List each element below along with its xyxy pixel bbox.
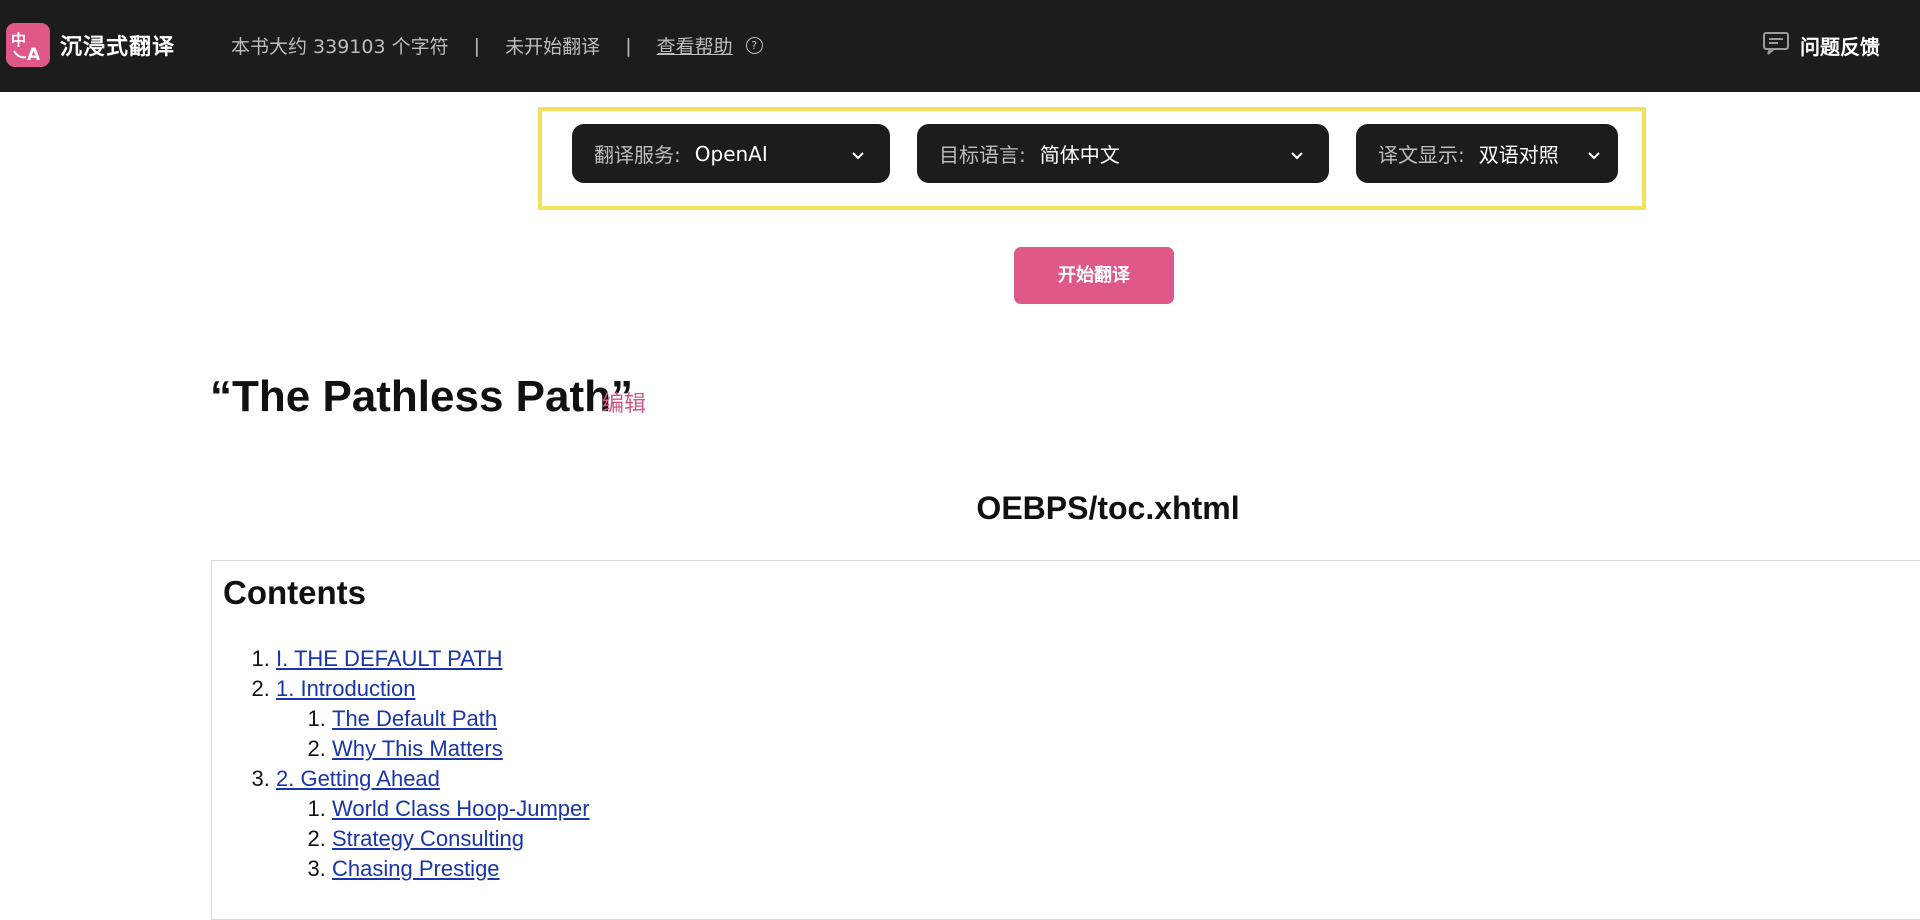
toc-link[interactable]: I. THE DEFAULT PATH: [276, 646, 503, 671]
toc-link[interactable]: 2. Getting Ahead: [276, 766, 440, 791]
toc-subitem: Chasing Prestige: [332, 854, 590, 884]
feedback-button[interactable]: 问题反馈: [1762, 31, 1880, 60]
translation-display-select[interactable]: 译文显示: 双语对照: [1356, 124, 1618, 183]
toc-sublink[interactable]: Chasing Prestige: [332, 856, 500, 881]
char-count: 本书大约 339103 个字符: [231, 36, 449, 58]
svg-text:A: A: [27, 45, 41, 65]
help-question-icon[interactable]: ?: [745, 37, 763, 54]
separator: |: [473, 34, 481, 57]
help-link[interactable]: 查看帮助: [657, 32, 733, 59]
target-language-select[interactable]: 目标语言: 简体中文: [917, 124, 1329, 183]
book-meta: 本书大约 339103 个字符 | 未开始翻译 | 查看帮助 ?: [231, 32, 763, 59]
feedback-label: 问题反馈: [1800, 35, 1880, 59]
translation-display-value: 双语对照: [1478, 143, 1559, 167]
toc-subitem: Why This Matters: [332, 734, 590, 764]
top-bar: 中 A 沉浸式翻译 本书大约 339103 个字符 | 未开始翻译 | 查看帮助…: [0, 0, 1920, 92]
toc-subitem: The Default Path: [332, 704, 590, 734]
contents-heading: Contents: [223, 574, 366, 611]
toc-sublink[interactable]: Strategy Consulting: [332, 826, 524, 851]
translation-status: 未开始翻译: [505, 36, 601, 58]
translation-service-select[interactable]: 翻译服务: OpenAI: [572, 124, 890, 183]
toc-item: 1. Introduction The Default Path Why Thi…: [276, 674, 590, 764]
target-language-value: 简体中文: [1039, 143, 1120, 167]
chat-bubble-icon: [1762, 31, 1790, 60]
app-name: 沉浸式翻译: [60, 35, 176, 60]
chevron-down-icon: [1289, 144, 1305, 168]
toc-subitem: Strategy Consulting: [332, 824, 590, 854]
toc-item: I. THE DEFAULT PATH: [276, 644, 590, 674]
table-of-contents: I. THE DEFAULT PATH 1. Introduction The …: [220, 644, 590, 884]
svg-text:中: 中: [11, 31, 26, 49]
translate-logo-icon: 中 A: [6, 23, 50, 67]
target-language-label: 目标语言:: [939, 143, 1026, 167]
translation-service-label: 翻译服务:: [594, 143, 681, 167]
toc-sublink[interactable]: The Default Path: [332, 706, 497, 731]
toc-subitem: World Class Hoop-Jumper: [332, 794, 590, 824]
translation-display-label: 译文显示:: [1378, 143, 1465, 167]
toc-link[interactable]: 1. Introduction: [276, 676, 415, 701]
book-title: “The Pathless Path”: [210, 372, 634, 421]
toc-sublink[interactable]: Why This Matters: [332, 736, 503, 761]
edit-title-link[interactable]: 编辑: [602, 386, 646, 418]
file-title: OEBPS/toc.xhtml: [976, 490, 1240, 526]
toc-sublink[interactable]: World Class Hoop-Jumper: [332, 796, 590, 821]
toc-item: 2. Getting Ahead World Class Hoop-Jumper…: [276, 764, 590, 884]
translation-service-value: OpenAI: [694, 141, 768, 166]
start-translation-button[interactable]: 开始翻译: [1014, 247, 1174, 304]
chevron-down-icon: [850, 144, 866, 168]
chevron-down-icon: [1586, 144, 1602, 168]
separator: |: [625, 34, 632, 57]
